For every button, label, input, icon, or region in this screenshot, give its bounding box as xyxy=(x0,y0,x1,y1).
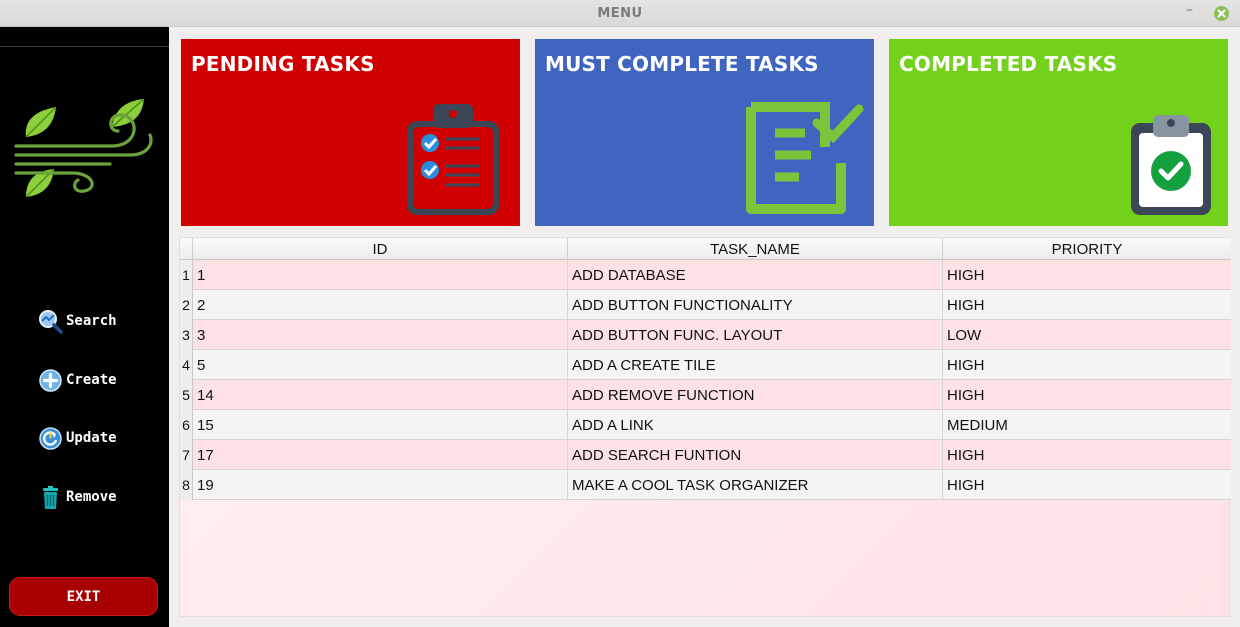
cell-priority[interactable]: MEDIUM xyxy=(943,410,1231,440)
cell-task-name[interactable]: ADD BUTTON FUNC. LAYOUT xyxy=(568,320,943,350)
search-icon xyxy=(38,309,63,334)
sidebar-item-update[interactable]: Update xyxy=(38,425,117,451)
close-icon[interactable] xyxy=(1214,6,1229,21)
window-titlebar: MENU – xyxy=(0,0,1240,27)
column-header-task-name[interactable]: TASK_NAME xyxy=(568,238,943,260)
row-number[interactable]: 3 xyxy=(180,320,193,350)
cell-priority[interactable]: LOW xyxy=(943,320,1231,350)
sidebar-item-create[interactable]: Create xyxy=(38,367,117,393)
table-header: ID TASK_NAME PRIORITY xyxy=(180,238,1231,260)
sidebar-divider xyxy=(0,46,169,47)
cell-priority[interactable]: HIGH xyxy=(943,260,1231,290)
cell-priority[interactable]: HIGH xyxy=(943,290,1231,320)
table-row[interactable]: 7 17 ADD SEARCH FUNTION HIGH xyxy=(180,440,1231,470)
cell-task-name[interactable]: ADD SEARCH FUNTION xyxy=(568,440,943,470)
tile-title: COMPLETED TASKS xyxy=(899,52,1118,76)
cell-priority[interactable]: HIGH xyxy=(943,470,1231,500)
table-row[interactable]: 3 3 ADD BUTTON FUNC. LAYOUT LOW xyxy=(180,320,1231,350)
document-check-icon xyxy=(745,101,865,222)
table-row[interactable]: 6 15 ADD A LINK MEDIUM xyxy=(180,410,1231,440)
sidebar-item-remove[interactable]: Remove xyxy=(38,484,117,510)
cell-priority[interactable]: HIGH xyxy=(943,440,1231,470)
row-number[interactable]: 1 xyxy=(180,260,193,290)
exit-button[interactable]: EXIT xyxy=(9,577,158,616)
row-number[interactable]: 5 xyxy=(180,380,193,410)
cell-task-name[interactable]: ADD BUTTON FUNCTIONALITY xyxy=(568,290,943,320)
cell-priority[interactable]: HIGH xyxy=(943,380,1231,410)
tile-must-complete-tasks[interactable]: MUST COMPLETE TASKS xyxy=(535,39,874,226)
column-header-id[interactable]: ID xyxy=(193,238,568,260)
trash-icon xyxy=(38,485,63,510)
cell-id[interactable]: 14 xyxy=(193,380,568,410)
column-header-priority[interactable]: PRIORITY xyxy=(943,238,1231,260)
cell-task-name[interactable]: ADD REMOVE FUNCTION xyxy=(568,380,943,410)
cell-priority[interactable]: HIGH xyxy=(943,350,1231,380)
row-number[interactable]: 8 xyxy=(180,470,193,500)
sidebar: Search Create Update Remove EXIT xyxy=(0,27,169,627)
leaf-wind-logo xyxy=(12,63,157,203)
table-row[interactable]: 8 19 MAKE A COOL TASK ORGANIZER HIGH xyxy=(180,470,1231,500)
tile-title: PENDING TASKS xyxy=(191,52,375,76)
cell-id[interactable]: 15 xyxy=(193,410,568,440)
clipboard-check-icon xyxy=(1129,113,1213,222)
window-title: MENU xyxy=(597,6,643,21)
table-row[interactable]: 2 2 ADD BUTTON FUNCTIONALITY HIGH xyxy=(180,290,1231,320)
cell-id[interactable]: 19 xyxy=(193,470,568,500)
sidebar-item-label: Search xyxy=(66,313,117,329)
tile-pending-tasks[interactable]: PENDING TASKS xyxy=(181,39,520,226)
cell-id[interactable]: 2 xyxy=(193,290,568,320)
row-number[interactable]: 6 xyxy=(180,410,193,440)
sidebar-item-search[interactable]: Search xyxy=(38,308,117,334)
row-number[interactable]: 7 xyxy=(180,440,193,470)
table-row[interactable]: 4 5 ADD A CREATE TILE HIGH xyxy=(180,350,1231,380)
plus-circle-icon xyxy=(38,368,63,393)
minimize-icon[interactable]: – xyxy=(1186,2,1198,18)
cell-task-name[interactable]: ADD A LINK xyxy=(568,410,943,440)
cell-task-name[interactable]: MAKE A COOL TASK ORGANIZER xyxy=(568,470,943,500)
tasks-table: ID TASK_NAME PRIORITY 1 1 ADD DATABASE HIGH… xyxy=(179,237,1231,617)
table-row[interactable]: 5 14 ADD REMOVE FUNCTION HIGH xyxy=(180,380,1231,410)
update-icon xyxy=(38,426,63,451)
cell-id[interactable]: 1 xyxy=(193,260,568,290)
cell-id[interactable]: 5 xyxy=(193,350,568,380)
table-corner xyxy=(180,238,193,260)
table-row[interactable]: 1 1 ADD DATABASE HIGH xyxy=(180,260,1231,290)
cell-task-name[interactable]: ADD DATABASE xyxy=(568,260,943,290)
tile-title: MUST COMPLETE TASKS xyxy=(545,52,819,76)
row-number[interactable]: 2 xyxy=(180,290,193,320)
tile-completed-tasks[interactable]: COMPLETED TASKS xyxy=(889,39,1228,226)
cell-id[interactable]: 3 xyxy=(193,320,568,350)
cell-task-name[interactable]: ADD A CREATE TILE xyxy=(568,350,943,380)
sidebar-item-label: Update xyxy=(66,430,117,446)
sidebar-item-label: Remove xyxy=(66,489,117,505)
checklist-clipboard-icon xyxy=(403,101,503,222)
cell-id[interactable]: 17 xyxy=(193,440,568,470)
row-number[interactable]: 4 xyxy=(180,350,193,380)
sidebar-item-label: Create xyxy=(66,372,117,388)
